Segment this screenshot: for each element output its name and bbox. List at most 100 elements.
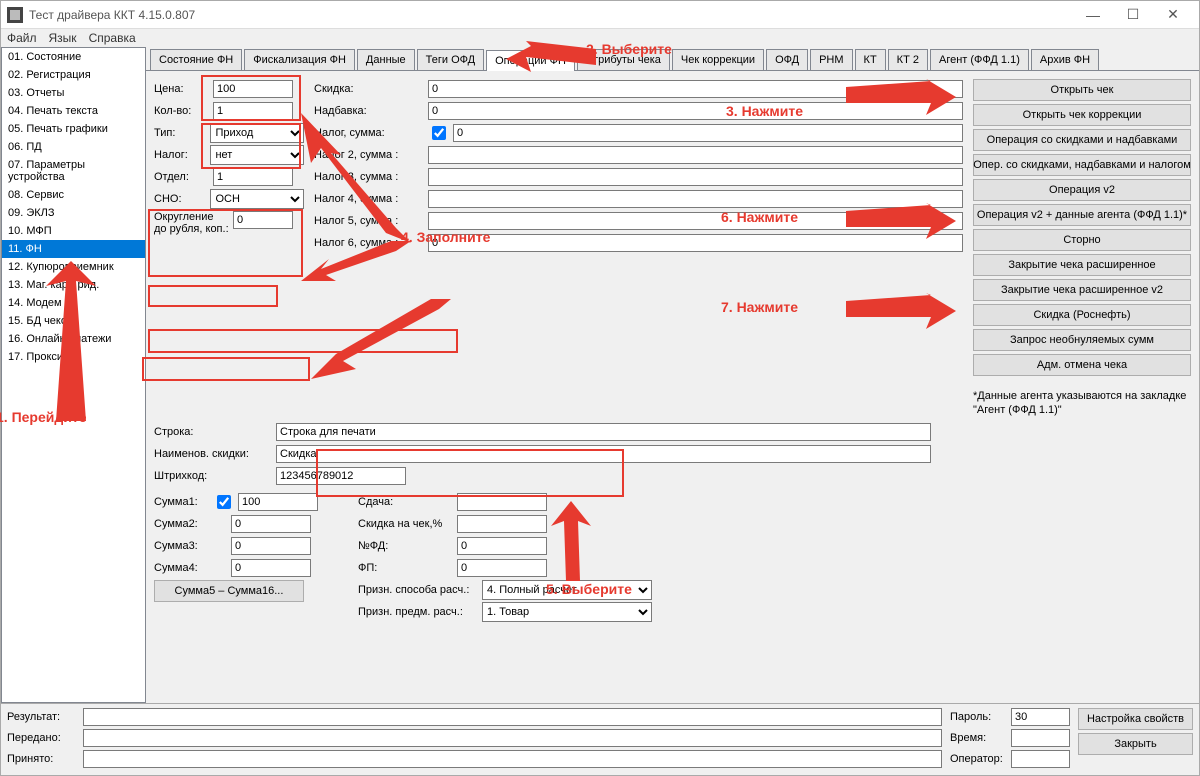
tab-item[interactable]: Данные (357, 49, 415, 70)
sidebar-item[interactable]: 11. ФН (2, 240, 145, 258)
app-icon (7, 7, 23, 23)
sidebar-item[interactable]: 08. Сервис (2, 186, 145, 204)
string-label: Строка: (154, 426, 272, 438)
fd-input[interactable] (457, 537, 547, 555)
sidebar-item[interactable]: 09. ЭКЛЗ (2, 204, 145, 222)
close-window-button[interactable]: ✕ (1153, 1, 1193, 29)
type-select[interactable]: Приход (210, 123, 304, 143)
sidebar-item[interactable]: 12. Купюроприемник (2, 258, 145, 276)
string-input[interactable] (276, 423, 931, 441)
adm-cancel-button[interactable]: Адм. отмена чека (973, 354, 1191, 376)
sum4-input[interactable] (231, 559, 311, 577)
tab-item[interactable]: Фискализация ФН (244, 49, 355, 70)
maximize-button[interactable]: ☐ (1113, 1, 1153, 29)
minimize-button[interactable]: — (1073, 1, 1113, 29)
tab-item[interactable]: Операции ФН (486, 50, 575, 71)
tabs: Состояние ФНФискализация ФНДанныеТеги ОФ… (146, 47, 1199, 71)
sidebar-item[interactable]: 01. Состояние (2, 48, 145, 66)
sum1-check[interactable] (217, 495, 231, 509)
tab-item[interactable]: ОФД (766, 49, 808, 70)
barcode-label: Штрихкод: (154, 470, 272, 482)
storno-button[interactable]: Сторно (973, 229, 1191, 251)
taxsum-check[interactable] (432, 126, 446, 140)
sidebar-item[interactable]: 17. Прокси (2, 348, 145, 366)
surcharge-label: Надбавка: (314, 105, 424, 117)
op-disc-button[interactable]: Операция со скидками и надбавками (973, 129, 1191, 151)
sidebar-item[interactable]: 03. Отчеты (2, 84, 145, 102)
op-disc-tax-button[interactable]: Опер. со скидками, надбавками и налогом (973, 154, 1191, 176)
op-v2-agent-button[interactable]: Операция v2 + данные агента (ФФД 1.1)* (973, 204, 1191, 226)
close-button[interactable]: Закрыть (1078, 733, 1193, 755)
menu-help[interactable]: Справка (89, 31, 136, 45)
checkdisc-input[interactable] (457, 515, 547, 533)
round-input[interactable] (233, 211, 293, 229)
menu-bar: Файл Язык Справка (1, 29, 1199, 47)
close-ext-v2-button[interactable]: Закрытие чека расширенное v2 (973, 279, 1191, 301)
tab-item[interactable]: КТ 2 (888, 49, 928, 70)
surcharge-input[interactable] (428, 102, 963, 120)
open-corr-button[interactable]: Открыть чек коррекции (973, 104, 1191, 126)
op-v2-button[interactable]: Операция v2 (973, 179, 1191, 201)
tab-item[interactable]: Атрибуты чека (577, 49, 670, 70)
pass-input[interactable] (1011, 708, 1070, 726)
sidebar-item[interactable]: 16. Онлайн платежи (2, 330, 145, 348)
tab-item[interactable]: Чек коррекции (672, 49, 764, 70)
tax-select[interactable]: нет (210, 145, 304, 165)
menu-file[interactable]: Файл (7, 31, 37, 45)
sum3-input[interactable] (231, 537, 311, 555)
paysubj-select[interactable]: 1. Товар (482, 602, 652, 622)
paymethod-select[interactable]: 4. Полный расчет (482, 580, 652, 600)
sidebar-item[interactable]: 13. Маг. карт. рид. (2, 276, 145, 294)
recv-input[interactable] (83, 750, 942, 768)
time-input[interactable] (1011, 729, 1070, 747)
dept-input[interactable] (213, 168, 293, 186)
tab-item[interactable]: КТ (855, 49, 886, 70)
settings-button[interactable]: Настройка свойств (1078, 708, 1193, 730)
sidebar-item[interactable]: 10. МФП (2, 222, 145, 240)
tax6-input[interactable] (428, 234, 963, 252)
sidebar-item[interactable]: 02. Регистрация (2, 66, 145, 84)
close-ext-button[interactable]: Закрытие чека расширенное (973, 254, 1191, 276)
tab-item[interactable]: Агент (ФФД 1.1) (930, 49, 1029, 70)
tab-item[interactable]: РНМ (810, 49, 852, 70)
tax4-input[interactable] (428, 190, 963, 208)
qty-input[interactable] (213, 102, 293, 120)
round-label: Округление до рубля, коп.: (154, 211, 229, 235)
discount-input[interactable] (428, 80, 963, 98)
barcode-input[interactable] (276, 467, 406, 485)
tab-item[interactable]: Теги ОФД (417, 49, 484, 70)
sidebar-item[interactable]: 07. Параметры устройства (2, 156, 145, 186)
sidebar-item[interactable]: 15. БД чеков (2, 312, 145, 330)
tax4-label: Налог 4, сумма : (314, 193, 424, 205)
nonzero-button[interactable]: Запрос необнуляемых сумм (973, 329, 1191, 351)
sum3-label: Сумма3: (154, 540, 209, 552)
sum1-label: Сумма1: (154, 496, 209, 508)
rosneft-button[interactable]: Скидка (Роснефть) (973, 304, 1191, 326)
dname-input[interactable] (276, 445, 931, 463)
tax3-input[interactable] (428, 168, 963, 186)
sum1-input[interactable] (238, 493, 318, 511)
sum5-16-button[interactable]: Сумма5 – Сумма16... (154, 580, 304, 602)
fp-input[interactable] (457, 559, 547, 577)
sidebar-item[interactable]: 14. Модем (2, 294, 145, 312)
tab-item[interactable]: Архив ФН (1031, 49, 1099, 70)
sidebar-item[interactable]: 05. Печать графики (2, 120, 145, 138)
tax5-input[interactable] (428, 212, 963, 230)
sidebar-item[interactable]: 04. Печать текста (2, 102, 145, 120)
pass-label: Пароль: (950, 711, 1005, 723)
sidebar-item[interactable]: 06. ПД (2, 138, 145, 156)
change-input[interactable] (457, 493, 547, 511)
type-label: Тип: (154, 127, 206, 139)
fd-label: №ФД: (358, 540, 453, 552)
open-check-button[interactable]: Открыть чек (973, 79, 1191, 101)
result-input[interactable] (83, 708, 942, 726)
sum2-input[interactable] (231, 515, 311, 533)
operator-input[interactable] (1011, 750, 1070, 768)
tab-item[interactable]: Состояние ФН (150, 49, 242, 70)
sno-select[interactable]: ОСН (210, 189, 304, 209)
taxsum-input[interactable] (453, 124, 963, 142)
sent-input[interactable] (83, 729, 942, 747)
menu-lang[interactable]: Язык (49, 31, 77, 45)
tax2-input[interactable] (428, 146, 963, 164)
price-input[interactable] (213, 80, 293, 98)
